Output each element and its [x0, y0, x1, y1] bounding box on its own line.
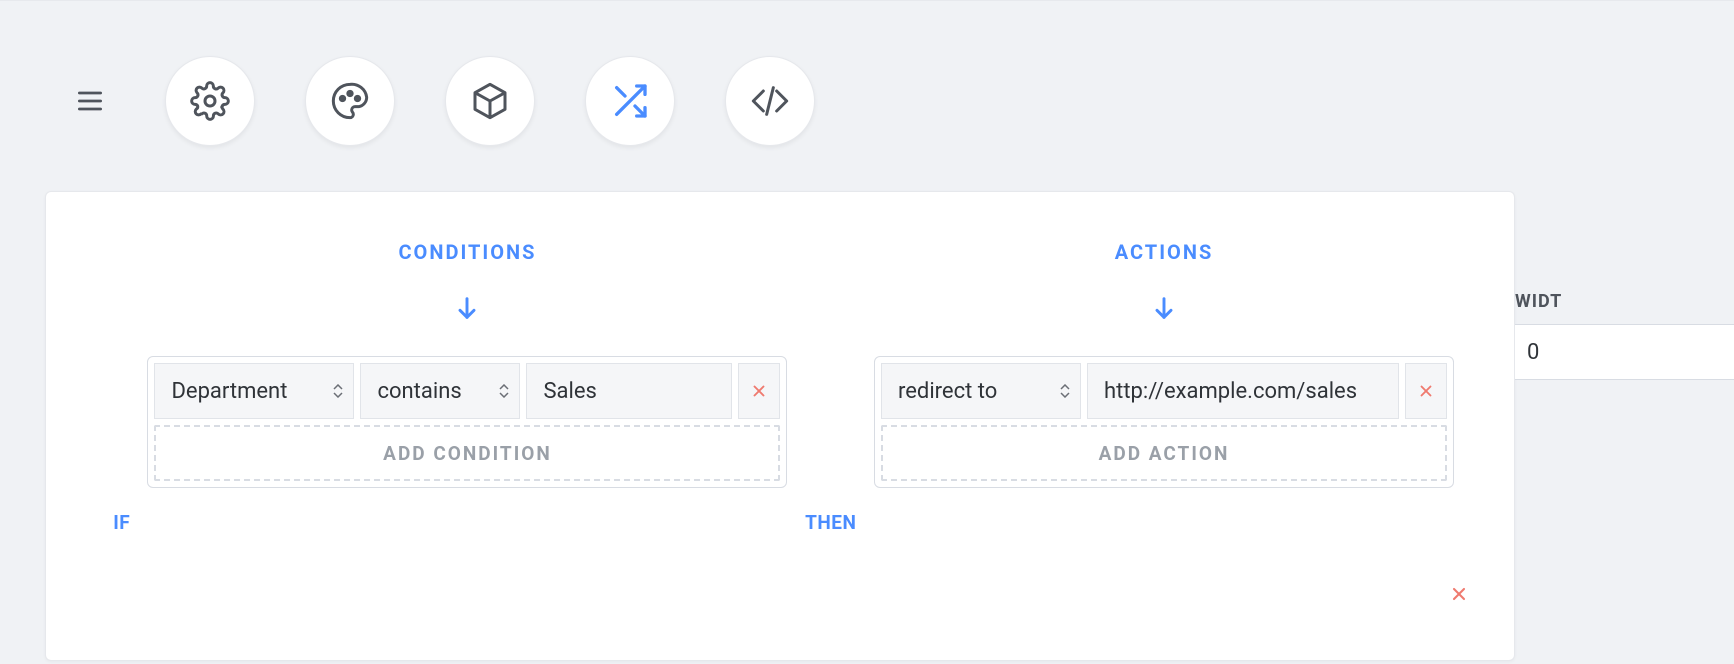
code-button[interactable]: [725, 56, 815, 146]
actions-header: ACTIONS: [1115, 240, 1214, 264]
width-label: WIDT: [1515, 291, 1734, 318]
then-label: THEN: [805, 511, 856, 534]
conditions-column: CONDITIONS Department contains: [147, 240, 787, 660]
action-type-select[interactable]: redirect to: [881, 363, 1081, 419]
if-keyword-col: IF: [106, 240, 147, 660]
add-condition-label: ADD CONDITION: [383, 442, 552, 465]
toolbar-buttons: [165, 56, 815, 146]
editor-toolbar: [70, 56, 815, 146]
action-value-input[interactable]: [1087, 363, 1399, 419]
arrow-down-icon: [453, 292, 481, 328]
conditions-header: CONDITIONS: [398, 240, 536, 264]
stepper-icon: [1060, 384, 1070, 398]
actions-column: ACTIONS redirect to: [874, 240, 1454, 660]
condition-operator-select[interactable]: contains: [360, 363, 520, 419]
cube-icon: [470, 81, 510, 121]
menu-button[interactable]: [70, 81, 110, 121]
action-row: redirect to: [881, 363, 1447, 419]
arrow-down-icon: [1150, 292, 1178, 328]
condition-field-select[interactable]: Department: [154, 363, 354, 419]
stepper-icon: [499, 384, 509, 398]
theme-button[interactable]: [305, 56, 395, 146]
close-icon: [1417, 382, 1435, 400]
settings-button[interactable]: [165, 56, 255, 146]
action-value-field[interactable]: [1104, 379, 1382, 404]
remove-action-button[interactable]: [1405, 363, 1447, 419]
width-input[interactable]: 0: [1515, 324, 1734, 380]
model-button[interactable]: [445, 56, 535, 146]
close-icon: [750, 382, 768, 400]
then-keyword-col: THEN: [787, 240, 874, 660]
gear-icon: [190, 81, 230, 121]
code-icon: [750, 81, 790, 121]
stepper-icon: [333, 384, 343, 398]
properties-panel-fragment: WIDT 0: [1515, 291, 1734, 380]
close-icon: [1449, 584, 1469, 604]
conditions-box: Department contains: [147, 356, 787, 488]
remove-rule-button[interactable]: [1449, 584, 1469, 608]
remove-condition-button[interactable]: [738, 363, 780, 419]
menu-icon: [74, 85, 106, 117]
action-type-value: redirect to: [898, 379, 997, 404]
rule-panel: IF CONDITIONS Department contains: [45, 191, 1515, 661]
logic-button[interactable]: [585, 56, 675, 146]
shuffle-icon: [610, 81, 650, 121]
condition-operator-value: contains: [377, 379, 461, 404]
actions-box: redirect to ADD ACTION: [874, 356, 1454, 488]
palette-icon: [330, 81, 370, 121]
condition-value-field[interactable]: [543, 379, 715, 404]
condition-field-value: Department: [171, 379, 287, 404]
add-action-button[interactable]: ADD ACTION: [881, 425, 1447, 481]
add-condition-button[interactable]: ADD CONDITION: [154, 425, 780, 481]
condition-row: Department contains: [154, 363, 780, 419]
add-action-label: ADD ACTION: [1099, 442, 1230, 465]
condition-value-input[interactable]: [526, 363, 732, 419]
width-value: 0: [1527, 340, 1539, 365]
if-label: IF: [113, 511, 130, 534]
